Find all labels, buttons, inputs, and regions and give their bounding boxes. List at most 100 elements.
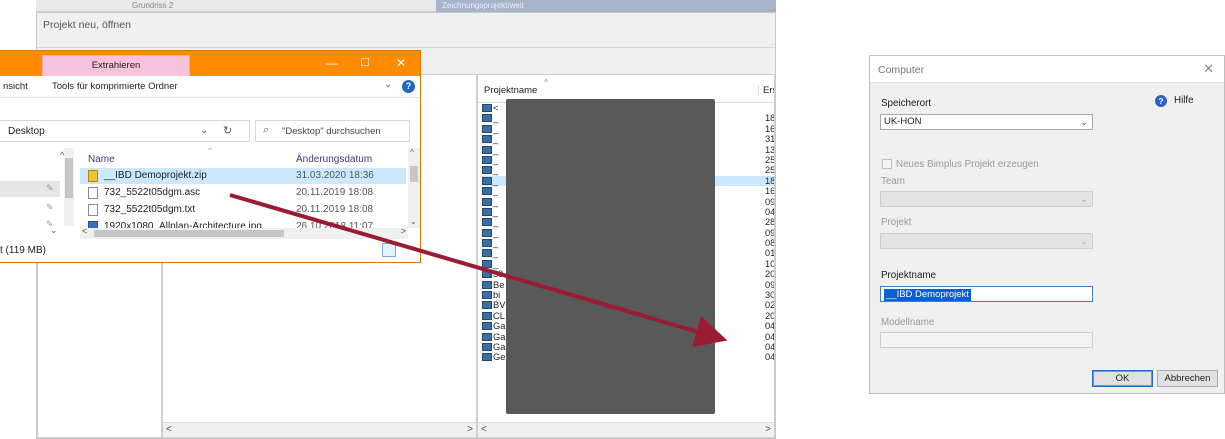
help-label[interactable]: Hilfe — [1174, 95, 1194, 106]
project-name: Ga — [493, 341, 506, 352]
tab-grundriss[interactable]: Grundriss 2 — [126, 0, 173, 12]
project-name: _ — [493, 227, 499, 238]
scroll-left-icon[interactable]: < — [481, 424, 487, 435]
project-name: _ — [493, 248, 499, 259]
project-name: _ — [493, 165, 499, 176]
project-date: 20.0 — [765, 310, 775, 321]
cancel-button[interactable]: Abbrechen — [1157, 370, 1218, 387]
image-file-icon — [88, 221, 98, 228]
projekt-select[interactable]: ⌄ — [880, 233, 1093, 249]
project-date: 08.0 — [765, 238, 775, 249]
modellname-field[interactable] — [880, 332, 1093, 348]
explorer-titlebar[interactable]: Extrahieren — ☐ ✕ — [0, 51, 420, 76]
dialog-title: Projekt neu, öffnen — [43, 19, 131, 31]
chevron-down-icon[interactable]: ⌄ — [384, 79, 392, 90]
ok-button[interactable]: OK — [1092, 370, 1153, 387]
project-date: 09.0 — [765, 227, 775, 238]
team-select[interactable]: ⌄ — [880, 191, 1093, 207]
project-name: Ga — [493, 331, 506, 342]
scroll-up-icon[interactable]: ^ — [410, 148, 414, 157]
column-date[interactable]: Änderungsdatum — [296, 154, 372, 165]
file-row[interactable]: 732_5522t05dgm.asc 20.11.2019 18:08 — [80, 185, 406, 201]
explorer-window: Extrahieren — ☐ ✕ nsicht Tools für kompr… — [0, 50, 421, 263]
project-icon — [482, 145, 492, 154]
scroll-right-icon[interactable]: > — [467, 424, 473, 435]
search-input[interactable]: ⌕ "Desktop" durchsuchen — [255, 120, 410, 142]
bimplus-checkbox-label: Neues Bimplus Projekt erzeugen — [896, 159, 1039, 170]
tab-extrahieren[interactable]: Extrahieren — [42, 55, 190, 76]
pin-icon[interactable]: ✎ — [46, 202, 54, 213]
project-name: Ga — [493, 321, 506, 332]
project-name: _ — [493, 144, 499, 155]
project-date: 04.0 — [765, 321, 775, 332]
projektname-field[interactable]: __IBD Demoprojekt — [880, 286, 1093, 302]
project-icon — [482, 353, 492, 362]
address-bar[interactable]: Desktop ⌄ ↻ — [0, 120, 250, 142]
column-erstellt[interactable]: Erste — [758, 85, 774, 96]
minimize-icon[interactable]: — — [322, 54, 342, 72]
help-icon[interactable]: ? — [402, 80, 415, 93]
text-file-icon — [88, 204, 98, 216]
file-list-scrollbar[interactable]: ^ ⌄ — [408, 148, 420, 228]
speicherort-value: UK-HON — [884, 116, 922, 127]
speicherort-select[interactable]: UK-HON ⌄ — [880, 114, 1093, 130]
file-name: __IBD Demoprojekt.zip — [104, 170, 207, 181]
project-date: 16.0 — [765, 123, 775, 134]
close-icon[interactable]: ✕ — [1203, 61, 1214, 77]
scroll-down-icon[interactable]: ⌄ — [410, 217, 417, 226]
project-name: _ — [493, 238, 499, 249]
project-date: 09.0 — [765, 196, 775, 207]
project-name: _ — [493, 186, 499, 197]
column-projektname[interactable]: Projektname — [484, 85, 537, 96]
redacted-area — [506, 99, 715, 414]
details-view-icon[interactable] — [382, 243, 396, 257]
file-row[interactable]: __IBD Demoprojekt.zip 31.03.2020 18:36 — [80, 168, 406, 184]
search-placeholder: "Desktop" durchsuchen — [282, 126, 381, 137]
file-date: 20.11.2019 18:08 — [296, 204, 374, 215]
project-icon — [482, 228, 492, 237]
file-list-header: Name ^ Änderungsdatum — [80, 148, 408, 168]
column-name[interactable]: Name — [88, 154, 115, 165]
project-date: 02.0 — [765, 300, 775, 311]
ribbon-tab-ansicht[interactable]: nsicht — [3, 81, 28, 92]
scroll-right-icon[interactable]: > — [765, 424, 771, 435]
project-icon — [482, 259, 492, 268]
project-icon — [482, 124, 492, 133]
help-icon[interactable]: ? — [1155, 95, 1167, 107]
file-list-hscrollbar[interactable]: < > — [80, 226, 408, 239]
close-icon[interactable]: ✕ — [391, 54, 411, 72]
scrollbar-thumb[interactable] — [65, 158, 73, 198]
scroll-left-icon[interactable]: < — [166, 424, 172, 435]
scrollbar-thumb[interactable] — [410, 166, 418, 182]
chevron-down-icon[interactable]: ⌄ — [200, 125, 208, 136]
file-row[interactable]: 1920x1080_Allplan-Architecture.jpg 26.10.… — [80, 219, 406, 228]
tab-zeichnungsprojekt[interactable]: Zeichnungsprojekt/weit — [436, 0, 776, 12]
computer-dialog-titlebar[interactable]: Computer ✕ — [870, 56, 1224, 83]
project-icon — [482, 176, 492, 185]
scroll-down-icon[interactable]: ⌄ — [50, 225, 58, 236]
file-name: 732_5522t05dgm.txt — [104, 204, 196, 215]
project-list-scrollbar[interactable]: < > — [478, 422, 774, 437]
chevron-down-icon: ⌄ — [1080, 236, 1088, 246]
maximize-icon[interactable]: ☐ — [355, 54, 375, 72]
file-row[interactable]: 732_5522t05dgm.txt 20.11.2019 18:08 — [80, 202, 406, 218]
ribbon-tab-tools[interactable]: Tools für komprimierte Ordner — [52, 81, 178, 92]
navigation-pane[interactable]: ^ ✎ ✎ ✎ ⌄ — [0, 148, 70, 235]
bimplus-checkbox[interactable] — [882, 159, 892, 169]
project-name: 39 — [493, 269, 504, 280]
project-date: 16.0 — [765, 186, 775, 197]
project-name: _ — [493, 258, 499, 269]
scroll-left-icon[interactable]: < — [82, 226, 87, 236]
folder-pane-scrollbar[interactable]: < > — [163, 422, 476, 437]
refresh-icon[interactable]: ↻ — [223, 124, 232, 137]
scrollbar-thumb[interactable] — [94, 230, 284, 237]
project-date: 31.1 — [765, 134, 775, 145]
modellname-label: Modellname — [881, 317, 935, 328]
project-name: _ — [493, 154, 499, 165]
project-name: _ — [493, 206, 499, 217]
pin-icon[interactable]: ✎ — [46, 183, 54, 194]
nav-scrollbar[interactable] — [64, 148, 74, 226]
status-bar: t (119 MB) — [0, 245, 46, 256]
file-name: 1920x1080_Allplan-Architecture.jpg — [104, 221, 262, 228]
scroll-right-icon[interactable]: > — [401, 226, 406, 236]
